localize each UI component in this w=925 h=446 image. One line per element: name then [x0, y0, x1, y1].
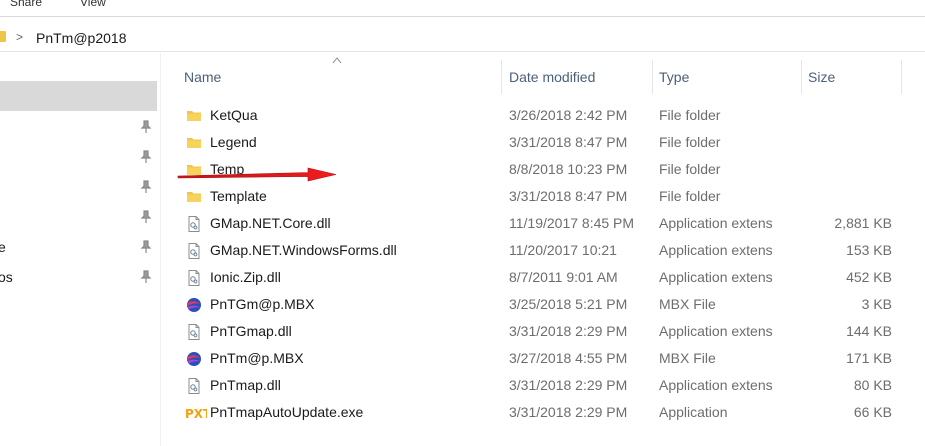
- file-type: File folder: [659, 161, 721, 177]
- file-size: 3 KB: [861, 296, 892, 312]
- file-name: PnTmapAutoUpdate.exe: [210, 404, 364, 420]
- file-type: File folder: [659, 134, 721, 150]
- file-name: PnTm@p.MBX: [210, 350, 304, 366]
- nav-item-label[interactable]: e: [0, 239, 6, 255]
- file-row[interactable]: Ionic.Zip.dll 8/7/2011 9:01 AM Application…: [176, 264, 906, 291]
- ribbon-tabs: Share View: [0, 0, 925, 16]
- ribbon-tab-share[interactable]: Share: [10, 0, 42, 9]
- dll-file-icon: [185, 242, 203, 260]
- file-date-modified: 11/19/2017 8:45 PM: [509, 215, 635, 231]
- file-name: PnTGm@p.MBX: [210, 296, 315, 312]
- file-size: 153 KB: [846, 242, 892, 258]
- file-row[interactable]: Temp 8/8/2018 10:23 PM File folder: [176, 156, 906, 183]
- file-row[interactable]: GMap.NET.Core.dll 11/19/2017 8:45 PM Appli…: [176, 210, 906, 237]
- exe-pxt-icon: PXT: [185, 404, 212, 422]
- pin-icon: [140, 120, 152, 133]
- file-size: 66 KB: [853, 404, 892, 420]
- file-type: File folder: [659, 188, 721, 204]
- svg-text:PXT: PXT: [185, 407, 207, 421]
- file-row[interactable]: GMap.NET.WindowsForms.dll 11/20/2017 10:2…: [176, 237, 906, 264]
- file-name: KetQua: [210, 107, 258, 123]
- file-size: 144 KB: [846, 323, 892, 339]
- column-header-name[interactable]: Name: [176, 60, 501, 94]
- file-row[interactable]: PnTm@p.MBX 3/27/2018 4:55 PM MBX File 171 K…: [176, 345, 906, 372]
- address-bar[interactable]: > PnTm@p2018: [0, 24, 925, 52]
- file-name: PnTGmap.dll: [210, 323, 292, 339]
- file-name: GMap.NET.WindowsForms.dll: [210, 242, 397, 258]
- file-type: Application: [659, 404, 728, 420]
- pin-icon: [140, 210, 152, 223]
- ribbon-tab-view[interactable]: View: [80, 0, 106, 9]
- column-resize-handle[interactable]: [901, 60, 902, 94]
- file-date-modified: 3/25/2018 5:21 PM: [509, 296, 628, 312]
- file-name: GMap.NET.Core.dll: [210, 215, 331, 231]
- file-size: 80 KB: [853, 377, 892, 393]
- column-header-size[interactable]: Size: [802, 60, 902, 94]
- file-row[interactable]: Legend 3/31/2018 8:47 PM File folder: [176, 129, 906, 156]
- dll-file-icon: [185, 269, 203, 287]
- column-header-date-label: Date modified: [509, 69, 596, 85]
- file-date-modified: 8/7/2011 9:01 AM: [509, 269, 618, 285]
- breadcrumb-chevron-icon[interactable]: >: [16, 30, 23, 44]
- column-header-type-label: Type: [659, 69, 690, 85]
- pin-icon: [140, 180, 152, 193]
- file-size: 171 KB: [846, 350, 892, 366]
- file-type: File folder: [659, 107, 721, 123]
- file-date-modified: 3/26/2018 2:42 PM: [509, 107, 628, 123]
- column-header-type[interactable]: Type: [653, 60, 801, 94]
- column-header-name-label: Name: [184, 69, 222, 85]
- file-type: Application extens: [659, 269, 773, 285]
- file-name: Template: [210, 188, 267, 204]
- pane-divider: [160, 53, 161, 446]
- file-row[interactable]: Template 3/31/2018 8:47 PM File folder: [176, 183, 906, 210]
- file-row[interactable]: PnTmap.dll 3/31/2018 2:29 PM Application e…: [176, 372, 906, 399]
- file-type: Application extens: [659, 215, 773, 231]
- folder-icon: [185, 107, 203, 125]
- dll-file-icon: [185, 377, 203, 395]
- file-date-modified: 3/27/2018 4:55 PM: [509, 350, 628, 366]
- folder-icon: [185, 188, 203, 206]
- pin-icon: [140, 270, 152, 283]
- nav-item-selected[interactable]: [0, 81, 157, 111]
- dll-file-icon: [185, 323, 203, 341]
- file-type: MBX File: [659, 296, 716, 312]
- folder-icon: [185, 134, 203, 152]
- pin-icon: [140, 240, 152, 253]
- file-row[interactable]: PXTPnTmapAutoUpdate.exe 3/31/2018 2:29 PM…: [176, 399, 906, 426]
- mbx-file-icon: [185, 296, 203, 314]
- dll-file-icon: [185, 215, 203, 233]
- folder-icon: [0, 31, 6, 42]
- file-size: 452 KB: [846, 269, 892, 285]
- file-date-modified: 3/31/2018 8:47 PM: [509, 134, 628, 150]
- file-name: Temp: [210, 161, 245, 177]
- file-row[interactable]: PnTGmap.dll 3/31/2018 2:29 PM Application …: [176, 318, 906, 345]
- navigation-pane: e os: [0, 53, 160, 446]
- file-date-modified: 11/20/2017 10:21: [509, 242, 617, 258]
- file-type: MBX File: [659, 350, 716, 366]
- file-row[interactable]: PnTGm@p.MBX 3/25/2018 5:21 PM MBX File 3 KB: [176, 291, 906, 318]
- file-date-modified: 3/31/2018 8:47 PM: [509, 188, 628, 204]
- ribbon-divider: [0, 16, 925, 17]
- file-date-modified: 3/31/2018 2:29 PM: [509, 377, 628, 393]
- file-name: Ionic.Zip.dll: [210, 269, 281, 285]
- file-date-modified: 8/8/2018 10:23 PM: [509, 161, 628, 177]
- file-date-modified: 3/31/2018 2:29 PM: [509, 323, 628, 339]
- file-size: 2,881 KB: [834, 215, 892, 231]
- file-type: Application extens: [659, 377, 773, 393]
- file-name: PnTmap.dll: [210, 377, 281, 393]
- nav-item-label[interactable]: os: [0, 269, 13, 285]
- mbx-file-icon: [185, 350, 203, 368]
- file-row[interactable]: KetQua 3/26/2018 2:42 PM File folder: [176, 102, 906, 129]
- file-type: Application extens: [659, 323, 773, 339]
- column-header-date[interactable]: Date modified: [502, 60, 652, 94]
- column-header-size-label: Size: [808, 69, 836, 85]
- folder-icon: [185, 161, 203, 179]
- breadcrumb-current-folder[interactable]: PnTm@p2018: [36, 30, 126, 46]
- file-date-modified: 3/31/2018 2:29 PM: [509, 404, 628, 420]
- pin-icon: [140, 150, 152, 163]
- file-type: Application extens: [659, 242, 773, 258]
- file-name: Legend: [210, 134, 257, 150]
